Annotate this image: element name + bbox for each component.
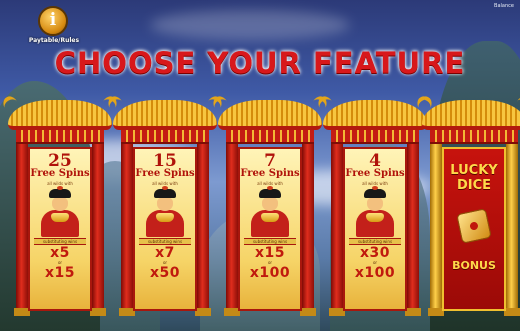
feature-option-4[interactable]: 4 Free Spins all wilds with substituting… — [323, 100, 427, 321]
multiplier-a: x5 — [50, 245, 70, 261]
pagoda-roof — [323, 100, 427, 130]
multiplier-b: x100 — [249, 265, 291, 281]
pillar — [119, 144, 135, 316]
pillar — [195, 144, 211, 316]
pillar — [329, 144, 345, 316]
free-spins-label: Free Spins — [135, 168, 195, 179]
multiplier-b: x50 — [149, 265, 180, 281]
bonus-label: BONUS — [452, 259, 496, 272]
bonus-title-line2: DICE — [456, 178, 492, 193]
free-spins-count: 15 — [153, 151, 177, 171]
pagoda-lintel — [331, 130, 419, 144]
free-spins-count: 4 — [369, 151, 381, 171]
emperor-image — [37, 186, 83, 237]
pillar — [428, 144, 444, 316]
free-spins-count: 25 — [48, 151, 72, 171]
pagoda-lintel — [226, 130, 314, 144]
emperor-image — [142, 186, 188, 237]
feature-option-3[interactable]: 7 Free Spins all wilds with substituting… — [218, 100, 322, 321]
substitute-note: substituting wins — [34, 238, 86, 245]
bonus-scroll: LUCKY DICE BONUS — [442, 147, 506, 311]
emperor-image — [247, 186, 293, 237]
pagoda-lintel — [121, 130, 209, 144]
cloud — [150, 10, 350, 40]
feature-scroll: 4 Free Spins all wilds with substituting… — [343, 147, 407, 311]
emperor-image — [352, 186, 398, 237]
feature-option-2[interactable]: 15 Free Spins all wilds with substitutin… — [113, 100, 217, 321]
multiplier-b: x100 — [354, 265, 396, 281]
multiplier-b: x15 — [44, 265, 75, 281]
substitute-note: substituting wins — [139, 238, 191, 245]
free-spins-label: Free Spins — [240, 168, 300, 179]
info-caption: Paytable/Rules — [28, 37, 80, 44]
pagoda-lintel — [16, 130, 104, 144]
pagoda-lintel — [430, 130, 518, 144]
feature-scroll: 15 Free Spins all wilds with substitutin… — [133, 147, 197, 311]
bonus-title-line1: LUCKY — [450, 163, 498, 178]
page-title: CHOOSE YOUR FEATURE — [54, 46, 466, 80]
pillar — [14, 144, 30, 316]
feature-scroll: 7 Free Spins all wilds with substituting… — [238, 147, 302, 311]
pillar — [504, 144, 520, 316]
multiplier-a: x7 — [155, 245, 175, 261]
pagoda-roof — [113, 100, 217, 130]
feature-option-lucky-dice-bonus[interactable]: LUCKY DICE BONUS — [422, 100, 520, 321]
pagoda-roof — [422, 100, 520, 130]
pillar — [300, 144, 316, 316]
info-button[interactable]: i — [38, 6, 68, 36]
pagoda-roof — [8, 100, 112, 130]
feature-option-1[interactable]: 25 Free Spins all wilds with substitutin… — [8, 100, 112, 321]
substitute-note: substituting wins — [349, 238, 401, 245]
free-spins-label: Free Spins — [30, 168, 90, 179]
corner-text: Balance — [494, 3, 514, 9]
pillar — [90, 144, 106, 316]
free-spins-label: Free Spins — [345, 168, 405, 179]
free-spins-count: 7 — [264, 151, 276, 171]
pillar — [224, 144, 240, 316]
substitute-note: substituting wins — [244, 238, 296, 245]
game-stage: i Paytable/Rules Balance CHOOSE YOUR FEA… — [0, 0, 520, 331]
pillar — [405, 144, 421, 316]
feature-scroll: 25 Free Spins all wilds with substitutin… — [28, 147, 92, 311]
dice-icon — [456, 208, 492, 244]
pagoda-roof — [218, 100, 322, 130]
multiplier-a: x30 — [359, 245, 390, 261]
multiplier-a: x15 — [254, 245, 285, 261]
